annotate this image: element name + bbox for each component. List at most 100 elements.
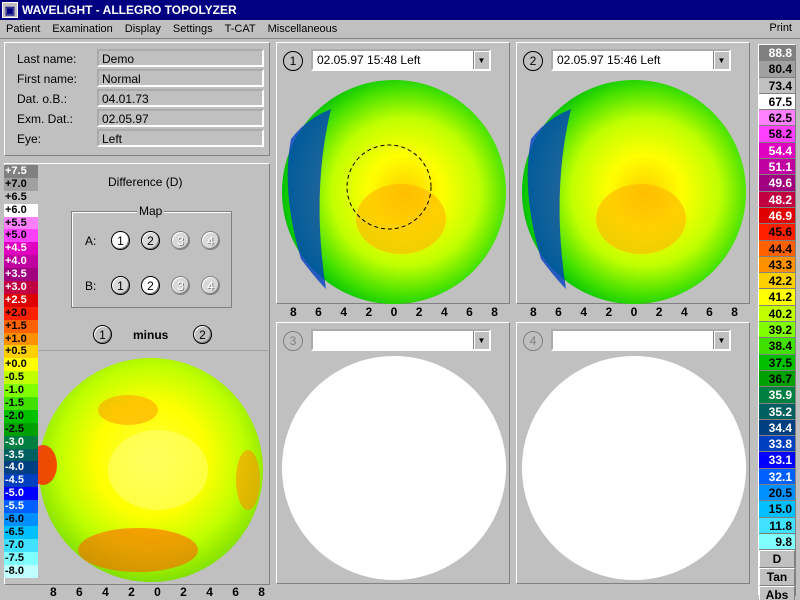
examdate-field: 02.05.97 bbox=[97, 109, 264, 127]
abs-scale-step: 48.2 bbox=[759, 191, 795, 208]
panel-1-topography-map bbox=[282, 80, 506, 304]
difference-color-scale: +7.5 +7.0 +6.5 +6.0 +5.5 +5.0 +4.5 +4.0 +3.5 +3.0… bbox=[4, 165, 38, 585]
diff-tick-7: 6 bbox=[232, 585, 239, 599]
abs-scale-step: 9.8 bbox=[759, 533, 795, 551]
panel-3-exam-select[interactable]: ▼ bbox=[311, 329, 491, 351]
panel-2-orange-zone bbox=[596, 184, 686, 254]
difference-title: Difference (D) bbox=[108, 175, 183, 189]
diff-tick-1: 6 bbox=[76, 585, 83, 599]
diff-scale-step: +7.5 bbox=[4, 165, 38, 178]
diff-scale-step: +4.5 bbox=[4, 242, 38, 256]
diff-scale-step: -6.0 bbox=[4, 513, 38, 526]
panel-3-number: 3 bbox=[283, 331, 303, 351]
diff-scale-step: -4.5 bbox=[4, 474, 38, 488]
scale-mode-button-tan[interactable]: Tan bbox=[759, 568, 795, 587]
panel-2-exam-select[interactable]: 02.05.97 15:46 Left ▼ bbox=[551, 49, 731, 71]
abs-scale-step: 67.5 bbox=[759, 93, 795, 111]
scale-mode-button-abs[interactable]: Abs bbox=[759, 586, 795, 600]
menu-miscellaneous[interactable]: Miscellaneous bbox=[262, 23, 344, 35]
diff-scale-step: -0.5 bbox=[4, 371, 38, 385]
firstname-label: First name: bbox=[17, 72, 78, 86]
diff-scale-step: +5.0 bbox=[4, 229, 38, 243]
map-a-button-3[interactable]: 3 bbox=[171, 231, 190, 250]
diff-scale-step: +4.0 bbox=[4, 255, 38, 269]
abs-scale-step: 35.9 bbox=[759, 387, 795, 404]
panel-1-number: 1 bbox=[283, 51, 303, 71]
p1-tick-6: 4 bbox=[440, 305, 448, 319]
menu-tcat[interactable]: T-CAT bbox=[219, 23, 262, 35]
lastname-field: Demo bbox=[97, 49, 264, 67]
map-a-button-1[interactable]: 1 bbox=[111, 231, 130, 250]
diff-scale-step: +1.0 bbox=[4, 332, 38, 346]
p1-tick-1: 6 bbox=[315, 305, 322, 319]
abs-scale-step: 37.5 bbox=[759, 354, 795, 371]
menu-patient[interactable]: Patient bbox=[0, 23, 46, 35]
abs-scale-step: 39.2 bbox=[759, 322, 795, 339]
abs-scale-step: 20.5 bbox=[759, 485, 795, 502]
app-icon[interactable]: ▣ bbox=[2, 2, 18, 18]
diff-tick-8: 8 bbox=[258, 585, 265, 599]
abs-scale-step: 33.8 bbox=[759, 436, 795, 453]
diff-scale-step: -7.5 bbox=[4, 551, 38, 565]
diff-scale-step: -7.0 bbox=[4, 538, 38, 552]
menu-display[interactable]: Display bbox=[119, 23, 167, 35]
chevron-down-icon[interactable]: ▼ bbox=[713, 51, 729, 69]
map-panel-3: 3 ▼ bbox=[276, 322, 510, 584]
diff-scale-step: +0.5 bbox=[4, 345, 38, 359]
panel-1-exam-select[interactable]: 02.05.97 15:48 Left ▼ bbox=[311, 49, 491, 71]
abs-scale-step: 41.2 bbox=[759, 289, 795, 306]
map-b-button-2[interactable]: 2 bbox=[141, 276, 160, 295]
abs-scale-step: 34.4 bbox=[759, 419, 795, 437]
diff-tick-4: 0 bbox=[154, 585, 161, 599]
map-a-button-4[interactable]: 4 bbox=[201, 231, 220, 250]
p2-tick-6: 4 bbox=[680, 305, 688, 319]
panel-4-map-disc bbox=[522, 356, 746, 580]
panel-4-exam-select[interactable]: ▼ bbox=[551, 329, 731, 351]
patient-row-firstname: First name: Normal bbox=[5, 69, 271, 89]
chevron-down-icon[interactable]: ▼ bbox=[473, 331, 489, 349]
abs-scale-step: 11.8 bbox=[759, 517, 795, 534]
map-b-button-3[interactable]: 3 bbox=[171, 276, 190, 295]
diff-scale-step: -2.0 bbox=[4, 409, 38, 423]
abs-scale-step: 73.4 bbox=[759, 77, 795, 94]
dob-field: 04.01.73 bbox=[97, 89, 264, 107]
map-b-button-1[interactable]: 1 bbox=[111, 276, 130, 295]
row-b-label: B: bbox=[85, 279, 97, 293]
panel-1-orange-zone bbox=[356, 184, 446, 254]
diff-map-temporal-zone bbox=[236, 450, 260, 510]
diff-map-central-zone bbox=[108, 430, 208, 510]
diff-scale-step: +3.0 bbox=[4, 281, 38, 294]
minus-left-number: 1 bbox=[93, 325, 112, 344]
diff-scale-step: -5.0 bbox=[4, 487, 38, 501]
p1-tick-2: 4 bbox=[340, 305, 347, 319]
panel-2-number: 2 bbox=[523, 51, 543, 71]
panel-4-empty-map bbox=[522, 356, 746, 580]
chevron-down-icon[interactable]: ▼ bbox=[713, 331, 729, 349]
abs-scale-step: 44.4 bbox=[759, 240, 795, 257]
dob-label: Dat. o.B.: bbox=[17, 92, 68, 106]
map-panel-2: 2 02.05.97 15:46 Left ▼ bbox=[516, 42, 750, 304]
chevron-down-icon[interactable]: ▼ bbox=[473, 51, 489, 69]
map-a-button-2[interactable]: 2 bbox=[141, 231, 160, 250]
diff-map-superior-zone bbox=[98, 395, 158, 425]
map-b-button-4[interactable]: 4 bbox=[201, 276, 220, 295]
window-title: WAVELIGHT - ALLEGRO TOPOLYZER bbox=[22, 3, 237, 17]
menu-examination[interactable]: Examination bbox=[46, 23, 119, 35]
p2-tick-0: 8 bbox=[530, 305, 537, 319]
abs-scale-step: 62.5 bbox=[759, 110, 795, 127]
scale-mode-button-d[interactable]: D bbox=[759, 550, 795, 569]
diff-scale-step: +6.5 bbox=[4, 190, 38, 204]
panel-3-empty-map bbox=[282, 356, 506, 580]
menu-settings[interactable]: Settings bbox=[167, 23, 219, 35]
firstname-field: Normal bbox=[97, 69, 264, 87]
abs-scale-step: 35.2 bbox=[759, 403, 795, 420]
menu-print[interactable]: Print bbox=[769, 22, 792, 34]
diff-scale-step: +7.0 bbox=[4, 177, 38, 191]
panel-3-map-disc bbox=[282, 356, 506, 580]
p1-tick-3: 2 bbox=[365, 305, 373, 319]
panel-1-x-axis: 8 6 4 2 0 2 4 6 8 bbox=[290, 305, 498, 319]
p2-tick-4: 0 bbox=[630, 305, 638, 319]
diff-scale-step: +2.0 bbox=[4, 306, 38, 320]
p1-tick-0: 8 bbox=[290, 305, 297, 319]
p2-tick-7: 6 bbox=[706, 305, 713, 319]
